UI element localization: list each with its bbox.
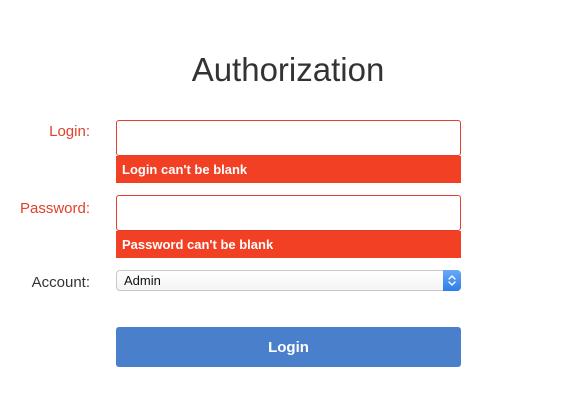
password-label: Password:	[19, 200, 90, 217]
login-label: Login:	[49, 123, 90, 140]
authorization-page: Authorization Login: Login can't be blan…	[0, 0, 570, 400]
page-title: Authorization	[191, 51, 385, 88]
account-label: Account:	[31, 274, 90, 291]
login-input[interactable]	[116, 120, 461, 156]
account-select[interactable]: Admin	[116, 270, 461, 291]
account-select-value: Admin	[124, 273, 161, 288]
login-error-message: Login can't be blank	[116, 156, 461, 183]
password-error-message: Password can't be blank	[116, 231, 461, 258]
password-input[interactable]	[116, 195, 461, 231]
login-button[interactable]: Login	[116, 327, 461, 367]
select-chevron-icon[interactable]	[443, 270, 461, 291]
